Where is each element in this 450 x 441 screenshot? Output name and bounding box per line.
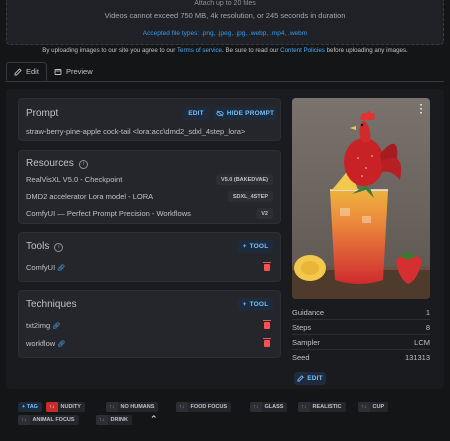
generated-image[interactable]: · · ·: [292, 98, 430, 299]
upload-attach-limit: Attach up to 20 files: [194, 0, 256, 7]
eye-off-icon: [216, 110, 224, 117]
technique-item[interactable]: txt2img 🔗︎: [26, 321, 60, 330]
resources-card: Resources i RealVisXL V5.0 - Checkpoint V…: [18, 150, 281, 224]
link-icon[interactable]: 🔗︎: [52, 323, 60, 330]
tab-edit-label: Edit: [26, 67, 39, 76]
vote-arrows-icon[interactable]: ↑↓: [250, 402, 262, 412]
link-icon[interactable]: 🔗︎: [57, 341, 65, 348]
resource-item[interactable]: ComfyUI — Perfect Prompt Precision - Wor…: [26, 209, 191, 218]
upload-dropzone[interactable]: Attach up to 20 files Videos cannot exce…: [6, 0, 444, 45]
vote-arrows-icon[interactable]: ↑↓: [46, 402, 58, 412]
upload-accepted-types: Accepted file types: .png, .jpeg, .jpg, …: [142, 30, 308, 37]
more-options-icon[interactable]: · · ·: [420, 101, 423, 119]
add-technique-button[interactable]: + TOOL: [238, 298, 273, 311]
trash-icon[interactable]: [263, 338, 271, 347]
content-policies-link[interactable]: Content Policies: [280, 47, 325, 54]
edit-icon: [297, 375, 304, 382]
edit-icon: [14, 67, 22, 75]
plus-icon: +: [242, 243, 247, 250]
tag-chip[interactable]: ↑↓ NUDITY: [46, 402, 85, 412]
tab-list: Edit Preview: [6, 62, 100, 82]
vote-arrows-icon[interactable]: ↑↓: [106, 402, 118, 412]
tool-item[interactable]: ComfyUI 🔗︎: [26, 263, 65, 272]
hide-prompt-button[interactable]: HIDE PROMPT: [214, 107, 276, 120]
resource-item[interactable]: DMD2 accelerator Lora model - LORA: [26, 192, 153, 201]
prompt-title: Prompt: [26, 108, 59, 119]
plus-icon: +: [242, 301, 247, 308]
prompt-text[interactable]: straw-berry-pine-apple cock-tail <lora:a…: [26, 127, 245, 136]
trash-icon[interactable]: [263, 320, 271, 329]
resource-version-badge: V5.0 (BAKEDVAE): [216, 174, 273, 185]
vote-arrows-icon[interactable]: ↑↓: [358, 402, 370, 412]
tag-chip[interactable]: ↑↓ NO HUMANS: [106, 402, 159, 412]
vote-arrows-icon[interactable]: ↑↓: [298, 402, 310, 412]
meta-row: Sampler LCM: [292, 335, 430, 350]
resource-version-badge: SDXL_4STEP: [227, 191, 273, 202]
tag-chip[interactable]: ↑↓ GLASS: [250, 402, 288, 412]
meta-edit-button[interactable]: EDIT: [294, 372, 326, 385]
tag-chip[interactable]: ↑↓ ANIMAL FOCUS: [18, 415, 79, 425]
tab-preview[interactable]: Preview: [47, 62, 100, 81]
resource-version-badge: V2: [256, 208, 273, 219]
vote-arrows-icon[interactable]: ↑↓: [18, 415, 30, 425]
techniques-title: Techniques: [26, 299, 77, 310]
prompt-edit-button[interactable]: EDIT: [183, 107, 209, 120]
tools-card: Tools i + TOOL ComfyUI 🔗︎: [18, 232, 281, 282]
tab-preview-label: Preview: [65, 67, 93, 76]
meta-row: Guidance 1: [292, 305, 430, 320]
add-tool-button[interactable]: + TOOL: [238, 240, 273, 253]
techniques-card: Techniques + TOOL txt2img 🔗︎ workflow 🔗︎: [18, 290, 281, 358]
tag-chip[interactable]: ↑↓ DRINK: [96, 415, 132, 425]
cocktail-image: [292, 98, 430, 299]
technique-item[interactable]: workflow 🔗︎: [26, 339, 65, 348]
collapse-tags-icon[interactable]: ⌃: [150, 414, 158, 425]
tag-chip[interactable]: ↑↓ CUP: [358, 402, 389, 412]
resource-item[interactable]: RealVisXL V5.0 - Checkpoint: [26, 175, 122, 184]
tab-edit[interactable]: Edit: [6, 62, 47, 81]
resources-title: Resources i: [26, 158, 88, 169]
link-icon[interactable]: 🔗︎: [57, 265, 65, 272]
tag-list: + TAG ↑↓ NUDITY ↑↓ NO HUMANS ↑↓ FOOD FOCUS …: [18, 400, 438, 430]
upload-video-limit: Videos cannot exceed 750 MB, 4k resoluti…: [104, 11, 346, 20]
vote-arrows-icon[interactable]: ↑↓: [96, 415, 108, 425]
tag-chip[interactable]: ↑↓ REALISTIC: [298, 402, 346, 412]
info-icon[interactable]: i: [54, 243, 64, 252]
prompt-card: Prompt EDIT HIDE PROMPT straw-berry-pine…: [18, 98, 281, 141]
vote-arrows-icon[interactable]: ↑↓: [176, 402, 188, 412]
trash-icon[interactable]: [263, 262, 271, 271]
meta-row: Seed 131313: [292, 353, 430, 362]
preview-icon: [54, 68, 62, 75]
meta-row: Steps 8: [292, 320, 430, 335]
terms-notice: By uploading images to our site you agre…: [42, 47, 408, 54]
add-tag-button[interactable]: + TAG: [18, 402, 42, 412]
tools-title: Tools i: [26, 241, 64, 252]
terms-of-service-link[interactable]: Terms of service: [177, 47, 222, 54]
info-icon[interactable]: i: [78, 160, 88, 169]
tag-chip[interactable]: ↑↓ FOOD FOCUS: [176, 402, 232, 412]
